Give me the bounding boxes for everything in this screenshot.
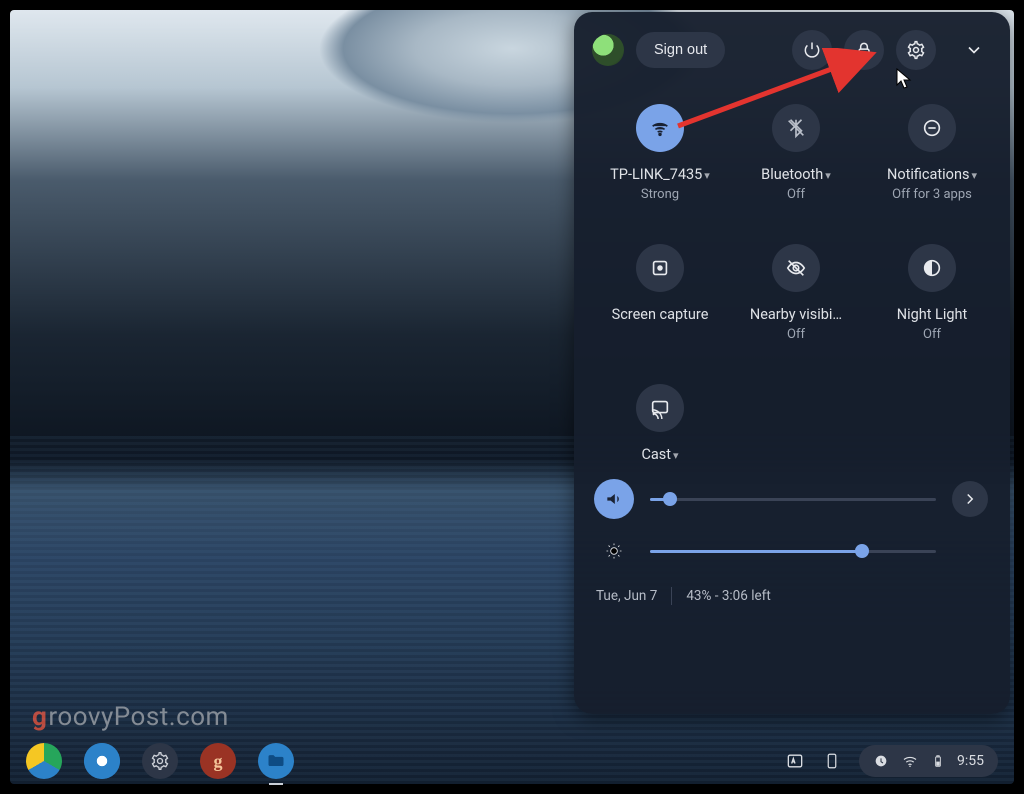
screen-capture-button[interactable] xyxy=(636,244,684,292)
brightness-row xyxy=(594,525,988,577)
shelf-pinned-apps: g xyxy=(26,743,294,779)
nearby-toggle[interactable] xyxy=(772,244,820,292)
notifications-toggle[interactable] xyxy=(908,104,956,152)
night-light-tile: Night Light Off xyxy=(868,244,996,342)
gear-icon xyxy=(150,751,170,771)
wifi-sub: Strong xyxy=(641,187,679,202)
app-groovypost[interactable]: g xyxy=(200,743,236,779)
audio-settings-button[interactable] xyxy=(952,481,988,517)
watermark-g: g xyxy=(32,702,47,732)
power-icon xyxy=(802,40,822,60)
cast-icon xyxy=(649,397,671,419)
clock: 9:55 xyxy=(957,753,984,769)
nearby-sub: Off xyxy=(787,327,805,342)
volume-row xyxy=(594,473,988,525)
wifi-tile: TP-LINK_7435▾ Strong xyxy=(596,104,724,202)
night-light-label: Night Light xyxy=(897,306,968,323)
do-not-disturb-icon xyxy=(921,117,943,139)
collapse-button[interactable] xyxy=(954,30,994,70)
nearby-tile: Nearby visibi… Off xyxy=(732,244,860,342)
bluetooth-toggle[interactable] xyxy=(772,104,820,152)
ime-icon[interactable] xyxy=(785,751,805,771)
app-running-indicator xyxy=(269,783,283,785)
footer-divider xyxy=(671,587,672,605)
app-chrome[interactable] xyxy=(84,743,120,779)
chevron-right-icon xyxy=(961,490,979,508)
wifi-icon xyxy=(649,117,671,139)
quick-toggles-grid: TP-LINK_7435▾ Strong Bluetooth▾ Off Noti… xyxy=(592,104,994,463)
bluetooth-sub: Off xyxy=(787,187,805,202)
brightness-button[interactable] xyxy=(594,531,634,571)
cast-tile: Cast▾ xyxy=(596,384,724,463)
footer-date: Tue, Jun 7 xyxy=(596,588,657,604)
panel-header: Sign out xyxy=(592,30,994,70)
brightness-slider[interactable] xyxy=(650,550,936,553)
bluetooth-off-icon xyxy=(785,117,807,139)
notifications-tile: Notifications▾ Off for 3 apps xyxy=(868,104,996,202)
watermark: groovyPost.com xyxy=(32,702,229,732)
wifi-status-icon xyxy=(901,752,919,770)
volume-button[interactable] xyxy=(594,479,634,519)
app-settings[interactable] xyxy=(142,743,178,779)
wifi-toggle[interactable] xyxy=(636,104,684,152)
bluetooth-label[interactable]: Bluetooth▾ xyxy=(761,166,831,183)
settings-button[interactable] xyxy=(896,30,936,70)
night-light-toggle[interactable] xyxy=(908,244,956,292)
volume-icon xyxy=(604,489,624,509)
screen-capture-label: Screen capture xyxy=(612,306,709,324)
lock-button[interactable] xyxy=(844,30,884,70)
avatar[interactable] xyxy=(592,34,624,66)
status-tray[interactable]: 9:55 xyxy=(859,745,998,777)
cast-label[interactable]: Cast▾ xyxy=(641,446,678,463)
notifications-icon xyxy=(873,753,889,769)
notifications-label[interactable]: Notifications▾ xyxy=(887,166,977,183)
phone-hub-icon[interactable] xyxy=(823,750,841,772)
wifi-label[interactable]: TP-LINK_7435▾ xyxy=(610,166,710,183)
visibility-off-icon xyxy=(785,257,807,279)
cast-button[interactable] xyxy=(636,384,684,432)
watermark-text: roovyPost.com xyxy=(48,702,229,732)
chevron-down-icon xyxy=(964,40,984,60)
sign-out-button[interactable]: Sign out xyxy=(636,32,725,68)
footer-battery: 43% - 3:06 left xyxy=(686,588,770,604)
app-google-drive[interactable] xyxy=(26,743,62,779)
screen-capture-tile: Screen capture xyxy=(596,244,724,342)
bluetooth-tile: Bluetooth▾ Off xyxy=(732,104,860,202)
sliders-section xyxy=(592,473,994,577)
folder-icon xyxy=(266,751,286,771)
shelf: g 9:55 xyxy=(10,738,1014,784)
night-light-sub: Off xyxy=(923,327,941,342)
power-button[interactable] xyxy=(792,30,832,70)
shelf-status-area: 9:55 xyxy=(785,745,998,777)
gear-icon xyxy=(906,40,926,60)
brightness-icon xyxy=(604,541,624,561)
battery-status-icon xyxy=(931,751,945,771)
nearby-label: Nearby visibi… xyxy=(750,306,842,323)
notifications-sub: Off for 3 apps xyxy=(892,187,972,202)
volume-slider[interactable] xyxy=(650,498,936,501)
screen-capture-icon xyxy=(649,257,671,279)
app-files[interactable] xyxy=(258,743,294,779)
quick-settings-panel: Sign out TP-LINK_7435▾ Strong Blueto xyxy=(574,12,1010,714)
lock-icon xyxy=(854,40,874,60)
panel-footer: Tue, Jun 7 43% - 3:06 left xyxy=(592,587,994,605)
night-light-icon xyxy=(921,257,943,279)
